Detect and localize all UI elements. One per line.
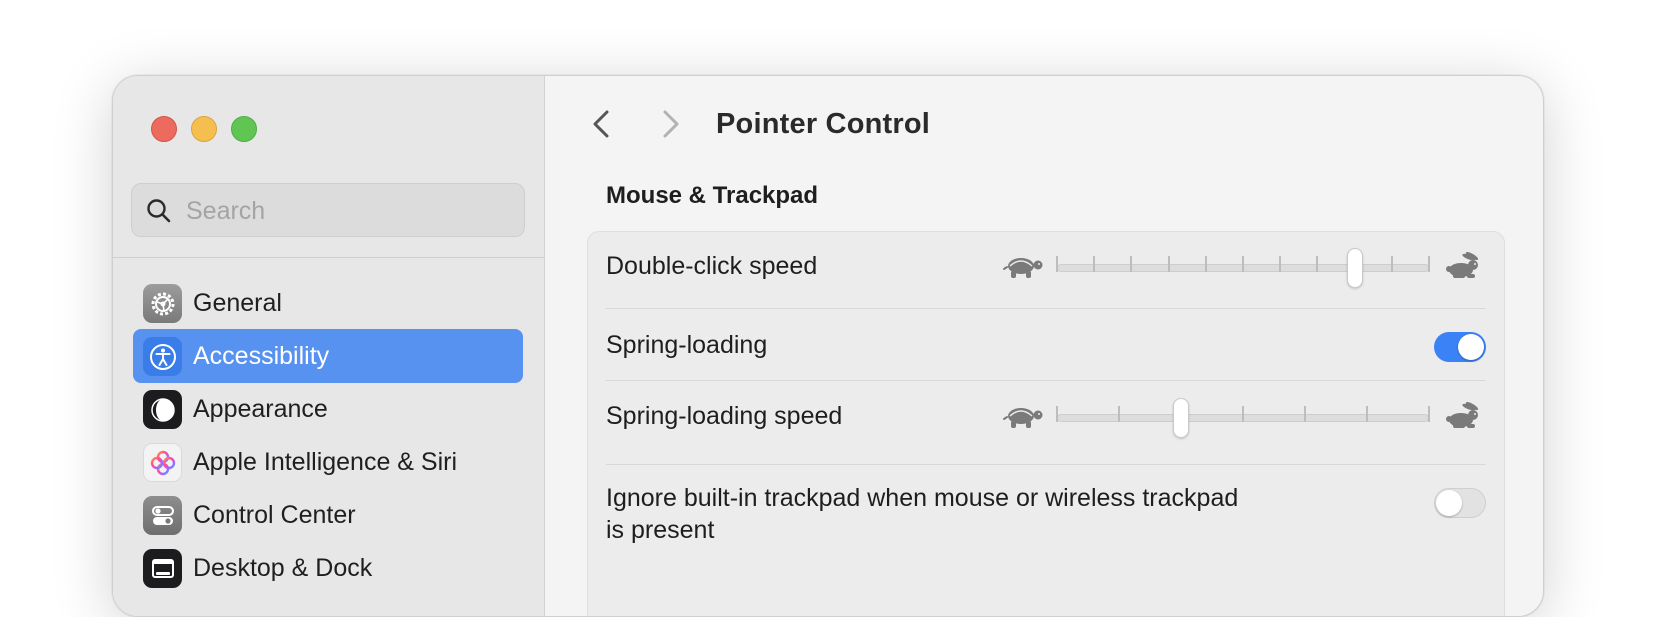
slider-tick bbox=[1118, 406, 1120, 422]
settings-group: Double-click speed Spring-loading Spring… bbox=[587, 231, 1505, 616]
sidebar-item-label: Desktop & Dock bbox=[193, 554, 373, 582]
sidebar: General Accessibility App bbox=[113, 76, 545, 616]
sidebar-item-label: Apple Intelligence & Siri bbox=[193, 448, 458, 476]
slider-tick bbox=[1130, 256, 1133, 272]
ignore-trackpad-label-line1: Ignore built-in trackpad when mouse or w… bbox=[606, 484, 1239, 512]
back-button[interactable] bbox=[585, 106, 621, 142]
row-separator bbox=[606, 308, 1486, 309]
sidebar-item-apple-intelligence-siri[interactable]: Apple Intelligence & Siri bbox=[133, 435, 523, 489]
slider-tick bbox=[1056, 406, 1058, 422]
sidebar-item-control-center[interactable]: Control Center bbox=[133, 488, 523, 542]
sidebar-item-appearance[interactable]: Appearance bbox=[133, 382, 523, 436]
search-field[interactable] bbox=[131, 183, 525, 238]
slider-tick bbox=[1056, 256, 1058, 272]
spring-loading-toggle[interactable] bbox=[1434, 332, 1486, 362]
sidebar-item-general[interactable]: General bbox=[133, 276, 523, 330]
sidebar-item-label: Control Center bbox=[193, 501, 356, 529]
sidebar-item-label: General bbox=[193, 289, 282, 317]
page-title: Pointer Control bbox=[716, 108, 931, 140]
slider-tick bbox=[1316, 256, 1319, 272]
chevron-right-icon bbox=[663, 110, 679, 138]
slider-tick bbox=[1304, 406, 1306, 422]
slider-tick bbox=[1366, 406, 1368, 422]
section-title: Mouse & Trackpad bbox=[606, 182, 819, 209]
rabbit-icon bbox=[1446, 252, 1479, 278]
sidebar-divider bbox=[113, 257, 544, 258]
slider-knob[interactable] bbox=[1346, 248, 1363, 288]
sidebar-item-accessibility[interactable]: Accessibility bbox=[133, 329, 523, 383]
appearance-icon bbox=[143, 390, 182, 429]
slider-tick bbox=[1279, 256, 1282, 272]
ignore-trackpad-label-line2: is present bbox=[606, 516, 715, 544]
slider-tick bbox=[1428, 406, 1430, 422]
close-window-button[interactable] bbox=[151, 116, 177, 142]
slider-tick bbox=[1167, 256, 1170, 272]
row-separator bbox=[606, 464, 1486, 465]
slider-tick bbox=[1390, 256, 1393, 272]
rabbit-icon bbox=[1446, 402, 1479, 428]
slider-tick bbox=[1242, 256, 1244, 272]
minimize-window-button[interactable] bbox=[191, 116, 217, 142]
spring-loading-speed-slider[interactable] bbox=[1003, 398, 1485, 438]
forward-button[interactable] bbox=[653, 106, 689, 142]
desktop-dock-icon bbox=[143, 549, 182, 588]
apple-intelligence-icon bbox=[143, 443, 182, 482]
ignore-trackpad-label: Ignore built-in trackpad when mouse or w… bbox=[606, 482, 1238, 546]
chevron-left-icon bbox=[593, 110, 609, 138]
sidebar-item-desktop-dock[interactable]: Desktop & Dock bbox=[133, 541, 523, 595]
spring-loading-speed-label: Spring-loading speed bbox=[606, 402, 843, 430]
slider-tick bbox=[1428, 256, 1430, 272]
double-click-speed-slider[interactable] bbox=[1003, 248, 1485, 288]
search-icon bbox=[147, 199, 171, 223]
sidebar-item-label: Appearance bbox=[193, 395, 328, 423]
accessibility-icon bbox=[143, 337, 182, 376]
turtle-icon bbox=[1003, 258, 1043, 278]
ignore-trackpad-toggle[interactable] bbox=[1434, 488, 1486, 518]
control-center-icon bbox=[143, 496, 182, 535]
settings-window: General Accessibility App bbox=[112, 75, 1544, 617]
zoom-window-button[interactable] bbox=[231, 116, 257, 142]
row-separator bbox=[606, 380, 1486, 381]
slider-tick bbox=[1093, 256, 1096, 272]
spring-loading-label: Spring-loading bbox=[606, 331, 768, 359]
slider-tick bbox=[1242, 406, 1244, 422]
content-pane: Pointer Control Mouse & Trackpad Double-… bbox=[545, 76, 1543, 616]
sidebar-item-label: Accessibility bbox=[193, 342, 330, 370]
gear-icon bbox=[143, 284, 182, 323]
search-input[interactable] bbox=[184, 184, 508, 238]
slider-tick bbox=[1204, 256, 1207, 272]
turtle-icon bbox=[1003, 408, 1043, 428]
slider-knob[interactable] bbox=[1173, 398, 1189, 438]
double-click-speed-label: Double-click speed bbox=[606, 252, 818, 280]
